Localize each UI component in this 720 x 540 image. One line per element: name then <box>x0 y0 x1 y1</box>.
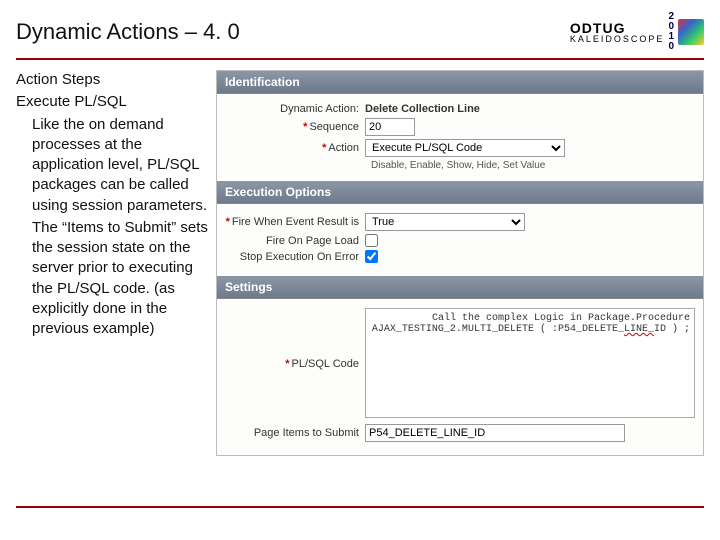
identification-heading: Identification <box>217 71 703 94</box>
fire-when-label: Fire When Event Result is <box>232 216 359 228</box>
sequence-input[interactable] <box>365 118 415 136</box>
stop-on-error-checkbox[interactable] <box>365 250 378 263</box>
required-icon: * <box>226 216 230 228</box>
logo-sub: KALEIDOSCOPE <box>570 35 665 44</box>
desc-line-3: Like the on demand processes at the appl… <box>16 115 208 216</box>
action-select[interactable]: Execute PL/SQL Code <box>365 139 565 157</box>
dynamic-action-value: Delete Collection Line <box>365 103 480 115</box>
plsql-code-textarea[interactable]: Call the complex Logic in Package.Proced… <box>365 308 695 418</box>
dynamic-action-label: Dynamic Action: <box>225 103 365 115</box>
required-icon: * <box>322 142 326 154</box>
required-icon: * <box>285 358 289 370</box>
desc-line-1: Action Steps <box>16 70 208 90</box>
items-to-submit-input[interactable] <box>365 424 625 442</box>
description-panel: Action Steps Execute PL/SQL Like the on … <box>16 70 208 456</box>
logo-year: 2010 <box>668 12 674 52</box>
logo: ODTUG KALEIDOSCOPE 2010 <box>570 12 704 52</box>
footer-rule <box>16 506 704 508</box>
items-to-submit-label: Page Items to Submit <box>225 427 365 439</box>
required-icon: * <box>303 121 307 133</box>
logo-image <box>678 19 704 45</box>
execution-heading: Execution Options <box>217 181 703 204</box>
page-title: Dynamic Actions – 4. 0 <box>16 19 240 45</box>
desc-line-2: Execute PL/SQL <box>16 92 208 112</box>
sequence-label: Sequence <box>309 121 359 133</box>
logo-main: ODTUG <box>570 21 665 35</box>
form-panel: Identification Dynamic Action: Delete Co… <box>216 70 704 456</box>
action-hint: Disable, Enable, Show, Hide, Set Value <box>371 160 695 171</box>
action-label: Action <box>328 142 359 154</box>
fire-on-load-label: Fire On Page Load <box>225 235 365 247</box>
fire-when-select[interactable]: True <box>365 213 525 231</box>
stop-on-error-label: Stop Execution On Error <box>225 251 365 263</box>
settings-heading: Settings <box>217 276 703 299</box>
fire-on-load-checkbox[interactable] <box>365 234 378 247</box>
plsql-code-label: PL/SQL Code <box>292 358 359 370</box>
desc-line-4: The “Items to Submit” sets the session s… <box>16 218 208 340</box>
